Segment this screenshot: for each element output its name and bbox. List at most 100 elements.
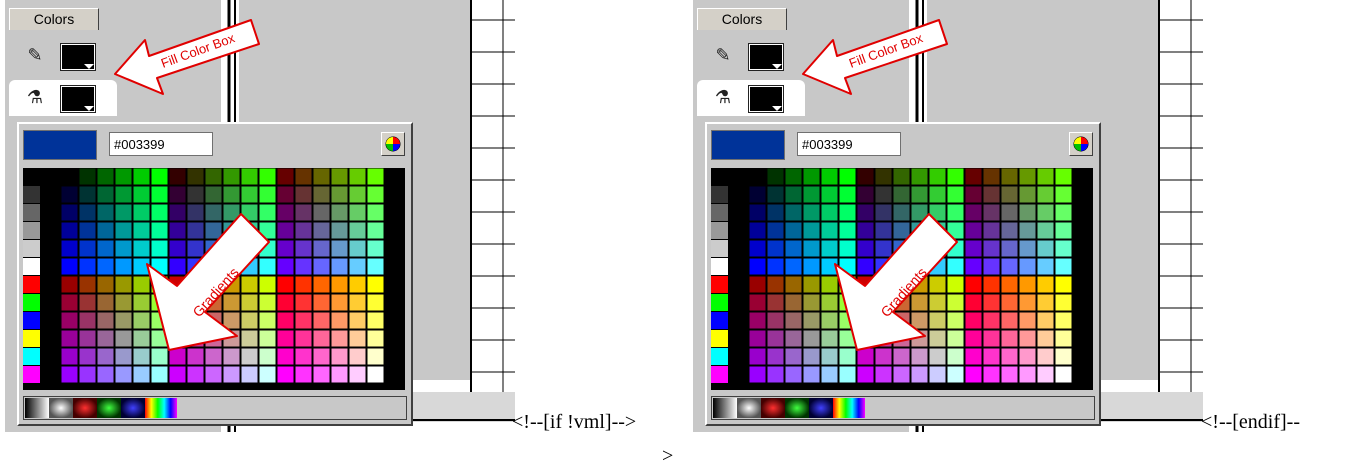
gradient-white-radial <box>49 398 73 418</box>
swatch-cell <box>312 365 331 384</box>
swatch-cell <box>1054 239 1073 258</box>
swatch-cell <box>784 257 803 276</box>
stroke-color-swatch[interactable] <box>61 44 95 70</box>
gradient-blue-radial <box>121 398 145 418</box>
pencil-icon[interactable]: ✎ <box>711 44 735 68</box>
swatch-cell <box>23 312 40 329</box>
swatch-cell <box>784 167 803 186</box>
swatch-cell <box>982 185 1001 204</box>
swatch-cell <box>1000 275 1019 294</box>
swatch-cell <box>1054 257 1073 276</box>
swatch-cell <box>1000 293 1019 312</box>
swatch-cell <box>1000 185 1019 204</box>
colors-tab[interactable]: Colors <box>697 8 787 30</box>
swatch-cell <box>964 167 983 186</box>
swatch-cell <box>312 329 331 348</box>
paint-bucket-icon[interactable]: ⚗ <box>23 86 47 110</box>
swatch-cell <box>748 293 767 312</box>
swatch-cell <box>910 167 929 186</box>
swatch-cell <box>711 366 728 383</box>
swatch-cell <box>294 185 313 204</box>
swatch-cell <box>294 347 313 366</box>
paint-bucket-icon[interactable]: ⚗ <box>711 86 735 110</box>
swatch-cell <box>784 329 803 348</box>
swatch-cell <box>96 329 115 348</box>
swatch-cell <box>348 185 367 204</box>
color-wheel-icon[interactable] <box>381 132 405 156</box>
swatch-cell <box>294 275 313 294</box>
hex-color-input[interactable]: #003399 <box>109 132 213 156</box>
swatch-cell <box>1000 329 1019 348</box>
swatch-cell <box>982 167 1001 186</box>
swatch-cell <box>168 167 187 186</box>
swatch-cell <box>294 167 313 186</box>
swatch-cell <box>711 168 728 185</box>
gradient-blue-radial <box>809 398 833 418</box>
fill-color-swatch[interactable] <box>61 86 95 112</box>
pencil-icon[interactable]: ✎ <box>23 44 47 68</box>
swatch-cell <box>330 167 349 186</box>
swatch-cell <box>1000 203 1019 222</box>
swatch-cell <box>276 365 295 384</box>
swatch-cell <box>1036 329 1055 348</box>
swatch-cell <box>766 275 785 294</box>
swatch-cell <box>222 167 241 186</box>
swatch-cell <box>982 203 1001 222</box>
gradient-green-radial <box>97 398 121 418</box>
gradient-green-radial <box>785 398 809 418</box>
swatch-cell <box>711 312 728 329</box>
swatch-cell <box>766 329 785 348</box>
swatch-cell <box>1036 257 1055 276</box>
swatch-cell <box>366 167 385 186</box>
swatch-cell <box>60 365 79 384</box>
swatch-cell <box>1000 257 1019 276</box>
swatch-cell <box>1054 329 1073 348</box>
swatch-cell <box>982 347 1001 366</box>
swatch-cell <box>312 167 331 186</box>
swatch-cell <box>294 329 313 348</box>
swatch-cell <box>204 167 223 186</box>
swatch-cell <box>276 167 295 186</box>
swatch-cell <box>1018 293 1037 312</box>
swatch-cell <box>78 221 97 240</box>
color-wheel-icon[interactable] <box>1069 132 1093 156</box>
swatch-cell <box>711 330 728 347</box>
fill-color-swatch[interactable] <box>749 86 783 112</box>
gradient-white-radial <box>737 398 761 418</box>
swatch-cell <box>748 185 767 204</box>
hex-color-input[interactable]: #003399 <box>797 132 901 156</box>
swatch-cell <box>802 167 821 186</box>
swatch-cell <box>96 185 115 204</box>
swatch-cell <box>964 185 983 204</box>
swatch-cell <box>711 240 728 257</box>
swatch-cell <box>23 348 40 365</box>
swatch-cell <box>964 257 983 276</box>
swatch-cell <box>366 185 385 204</box>
swatch-cell <box>1018 311 1037 330</box>
swatch-cell <box>748 239 767 258</box>
swatch-cell <box>276 203 295 222</box>
swatch-cell <box>60 293 79 312</box>
swatch-cell <box>784 347 803 366</box>
swatch-cell <box>1036 221 1055 240</box>
swatch-cell <box>78 365 97 384</box>
swatch-cell <box>312 203 331 222</box>
swatch-cell <box>748 365 767 384</box>
swatch-cell <box>330 257 349 276</box>
swatch-cell <box>60 221 79 240</box>
colors-tab[interactable]: Colors <box>9 8 99 30</box>
swatch-cell <box>96 293 115 312</box>
swatch-cell <box>78 239 97 258</box>
swatch-cell <box>330 365 349 384</box>
swatch-cell <box>982 365 1001 384</box>
swatch-cell <box>964 365 983 384</box>
swatch-cell <box>1000 347 1019 366</box>
swatch-cell <box>23 240 40 257</box>
swatch-cell <box>23 294 40 311</box>
swatch-cell <box>784 185 803 204</box>
swatch-cell <box>838 167 857 186</box>
fill-color-row: ⚗ <box>697 80 805 116</box>
stroke-color-swatch[interactable] <box>749 44 783 70</box>
swatch-cell <box>60 239 79 258</box>
swatch-cell <box>348 167 367 186</box>
